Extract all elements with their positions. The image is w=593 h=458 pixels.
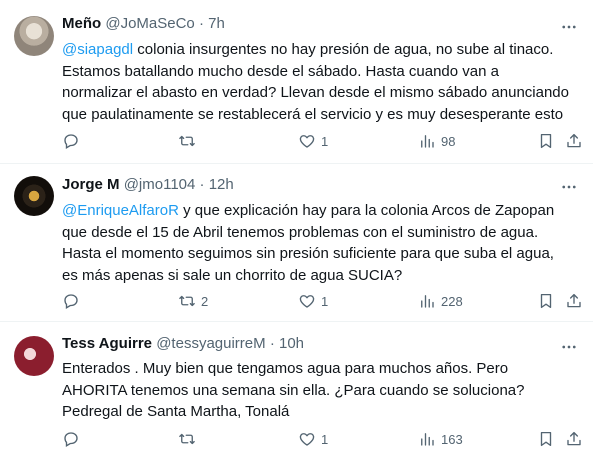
tweet-text-line: normalizar el abasto en verdad? Llevan d… — [62, 84, 569, 101]
share-button[interactable] — [565, 131, 583, 151]
tweet-header: Meño @JoMaSeCo · 7h — [62, 14, 225, 34]
view-count: 98 — [441, 133, 456, 149]
like-count: 1 — [321, 293, 329, 309]
tweet-text: @siapagdl colonia insurgentes no hay pre… — [62, 39, 584, 125]
reply-button[interactable] — [62, 291, 85, 311]
bookmark-icon — [540, 293, 552, 309]
text-segment: y que explicación hay para la colonia Ar… — [178, 202, 555, 219]
view-count: 228 — [441, 293, 463, 309]
separator: · — [198, 15, 204, 32]
like-count: 1 — [321, 431, 329, 447]
reply-icon — [64, 432, 78, 447]
separator: · — [199, 176, 205, 193]
share-button[interactable] — [565, 291, 583, 311]
more-icon[interactable] — [559, 18, 579, 38]
author-handle[interactable]: @tessyaguirreM — [156, 335, 265, 352]
retweet-icon — [179, 433, 195, 445]
action-bar: 1 98 — [0, 131, 593, 151]
mention-link[interactable]: @siapagdl — [62, 41, 133, 58]
tweet-text-line: Hasta el momento seguimos sin presión su… — [62, 245, 554, 262]
tweet-text-line: Pedregal de Santa Martha, Tonalá — [62, 403, 290, 420]
share-icon — [567, 133, 581, 148]
avatar[interactable] — [14, 176, 54, 216]
reply-feed: Meño @JoMaSeCo · 7h @siapagdl colonia in… — [0, 0, 593, 458]
reply-button[interactable] — [62, 131, 85, 151]
like-count: 1 — [321, 133, 329, 149]
view-count: 163 — [441, 431, 463, 447]
avatar[interactable] — [14, 16, 54, 56]
retweet-button[interactable] — [178, 131, 201, 151]
author-handle[interactable]: @jmo1104 — [124, 176, 196, 193]
tweet-header: Jorge M @jmo1104 · 12h — [62, 175, 234, 195]
tweet-text-line: que desde el 15 de Abril tenemos problem… — [62, 223, 539, 241]
views-icon — [421, 135, 434, 148]
views-icon — [421, 433, 434, 446]
share-icon — [567, 293, 581, 308]
reply-icon — [64, 134, 78, 149]
like-button[interactable]: 1 — [298, 291, 328, 311]
tweet-text-line: @EnriqueAlfaroR y que explicación hay pa… — [62, 200, 584, 222]
tweet-text-line: AHORITA tenemos una semana sin ella. ¿Pa… — [62, 381, 525, 399]
author-name[interactable]: Meño — [62, 15, 101, 32]
views-button[interactable]: 98 — [418, 131, 455, 151]
bookmark-icon — [540, 431, 552, 447]
tweet-text-line: @siapagdl colonia insurgentes no hay pre… — [62, 39, 584, 61]
like-button[interactable]: 1 — [298, 131, 328, 151]
like-button[interactable]: 1 — [298, 429, 328, 449]
tweet-text: Enterados . Muy bien que tengamos agua p… — [62, 358, 584, 423]
tweet-text: @EnriqueAlfaroR y que explicación hay pa… — [62, 200, 584, 286]
mention-link[interactable]: @EnriqueAlfaroR — [62, 202, 179, 219]
tweet[interactable]: Meño @JoMaSeCo · 7h @siapagdl colonia in… — [0, 0, 593, 164]
bookmark-button[interactable] — [537, 429, 555, 449]
action-bar: 1 163 — [0, 429, 593, 449]
retweet-button[interactable]: 2 — [178, 291, 208, 311]
heart-icon — [299, 135, 315, 148]
reply-icon — [64, 294, 78, 309]
retweet-icon — [179, 135, 195, 147]
bookmark-button[interactable] — [537, 131, 555, 151]
tweet[interactable]: Jorge M @jmo1104 · 12h @EnriqueAlfaroR y… — [0, 164, 593, 322]
bookmark-icon — [540, 133, 552, 149]
views-button[interactable]: 228 — [418, 291, 463, 311]
separator: · — [269, 335, 275, 352]
retweet-count: 2 — [201, 293, 209, 309]
timestamp[interactable]: 7h — [208, 15, 225, 32]
more-icon[interactable] — [559, 178, 579, 198]
more-icon[interactable] — [559, 338, 579, 358]
author-name[interactable]: Jorge M — [62, 176, 120, 193]
text-segment: colonia insurgentes no hay presión de ag… — [133, 41, 554, 58]
timestamp[interactable]: 12h — [209, 176, 234, 193]
tweet-header: Tess Aguirre @tessyaguirreM · 10h — [62, 334, 304, 354]
heart-icon — [299, 433, 315, 446]
tweet-text-line: Enterados . Muy bien que tengamos agua p… — [62, 360, 509, 377]
views-icon — [421, 295, 434, 308]
share-icon — [567, 431, 581, 446]
reply-button[interactable] — [62, 429, 85, 449]
tweet-text-line: que paulatinamente se restablecerá el se… — [62, 105, 564, 123]
avatar[interactable] — [14, 336, 54, 376]
retweet-icon — [179, 295, 195, 307]
author-name[interactable]: Tess Aguirre — [62, 335, 152, 352]
share-button[interactable] — [565, 429, 583, 449]
tweet-text-line: Estamos batallando mucho desde el sábado… — [62, 62, 499, 80]
timestamp[interactable]: 10h — [279, 335, 304, 352]
author-handle[interactable]: @JoMaSeCo — [105, 15, 194, 32]
tweet-text-line: es más apenas si sale un chorrito de agu… — [62, 266, 403, 284]
retweet-button[interactable] — [178, 429, 201, 449]
tweet[interactable]: Tess Aguirre @tessyaguirreM · 10h Entera… — [0, 322, 593, 458]
heart-icon — [299, 295, 315, 308]
bookmark-button[interactable] — [537, 291, 555, 311]
action-bar: 2 1 228 — [0, 291, 593, 311]
views-button[interactable]: 163 — [418, 429, 463, 449]
